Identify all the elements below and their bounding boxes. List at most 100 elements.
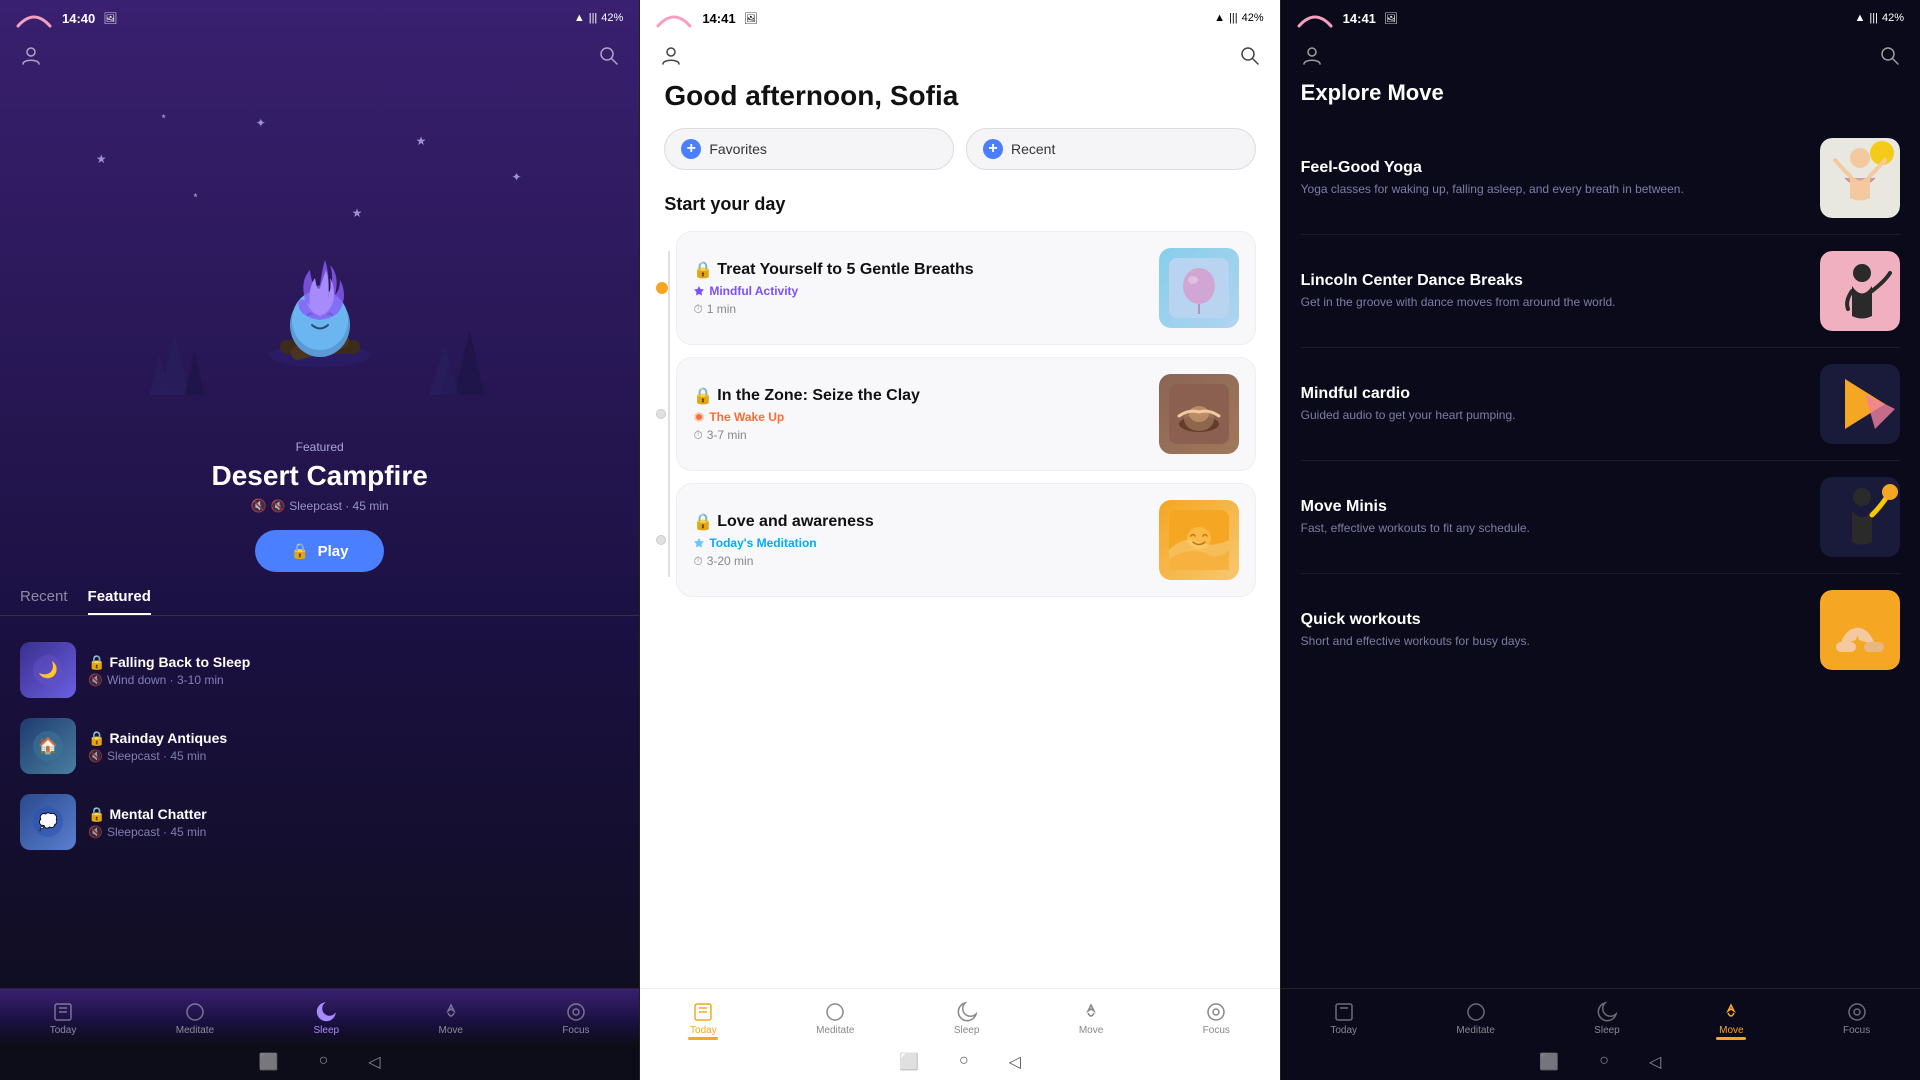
search-icon[interactable] xyxy=(1238,44,1260,72)
list-item[interactable]: 💭 🔒 Mental Chatter 🔇 Sleepcast · 45 min xyxy=(20,784,619,860)
phone1-sleep: 14:40 🖼 ▲ ||| 42% xyxy=(0,0,640,1080)
section-title: Start your day xyxy=(640,194,1279,215)
home-btn[interactable]: ⬜ xyxy=(1539,1052,1559,1072)
back-btn[interactable]: ○ xyxy=(319,1052,329,1072)
nav-sleep[interactable]: Sleep xyxy=(1586,997,1628,1040)
calm-logo-phone2-icon xyxy=(656,8,692,28)
nav-sleep[interactable]: Sleep xyxy=(306,997,348,1040)
nav-move[interactable]: Move xyxy=(430,997,470,1040)
search-icon[interactable] xyxy=(1878,44,1900,72)
nav-today[interactable]: Today xyxy=(42,997,85,1040)
signal-icon: ||| xyxy=(1869,12,1878,24)
card1-info: 🔒 Treat Yourself to 5 Gentle Breaths Min… xyxy=(693,260,1146,317)
timeline-section: 🔒 Treat Yourself to 5 Gentle Breaths Min… xyxy=(640,231,1279,597)
nav-focus[interactable]: Focus xyxy=(1835,997,1878,1040)
list-item[interactable]: 🏠 🔒 Rainday Antiques 🔇 Sleepcast · 45 mi… xyxy=(20,708,619,784)
nav-sleep-label: Sleep xyxy=(1594,1025,1620,1036)
content-tabs: Recent Featured xyxy=(0,588,639,616)
nav-sleep-label: Sleep xyxy=(314,1025,340,1036)
timeline-dot-inactive xyxy=(656,409,666,419)
item1-thumb: 🌙 xyxy=(20,642,76,698)
nav-today[interactable]: Today xyxy=(1322,997,1365,1040)
svg-text:💭: 💭 xyxy=(38,812,58,831)
card-awareness[interactable]: 🔒 Love and awareness Today's Meditation … xyxy=(676,483,1255,597)
nav-move[interactable]: Move xyxy=(1071,997,1111,1040)
back-btn[interactable]: ○ xyxy=(959,1052,969,1072)
explore-card-quick[interactable]: Quick workouts Short and effective worko… xyxy=(1301,574,1900,686)
nav-meditate[interactable]: Meditate xyxy=(1448,997,1502,1040)
phone1-status-bar: 14:40 🖼 ▲ ||| 42% xyxy=(0,0,639,36)
minis-title: Move Minis xyxy=(1301,498,1808,516)
minis-thumb xyxy=(1820,477,1900,557)
nav-focus[interactable]: Focus xyxy=(554,997,597,1040)
nav-sleep[interactable]: Sleep xyxy=(946,997,988,1040)
day-card-2[interactable]: 🔒 In the Zone: Seize the Clay The Wake U… xyxy=(676,357,1255,471)
speaker-icon: 🔇 xyxy=(88,825,103,839)
nav-meditate-label: Meditate xyxy=(816,1025,854,1036)
phone3-android-nav: ⬜ ○ ◁ xyxy=(1281,1044,1920,1080)
clock-icon: ⏱ xyxy=(693,302,702,317)
explore-card-cardio[interactable]: Mindful cardio Guided audio to get your … xyxy=(1301,348,1900,461)
nav-meditate[interactable]: Meditate xyxy=(168,997,222,1040)
nav-focus-label: Focus xyxy=(562,1025,589,1036)
yoga-subtitle: Yoga classes for waking up, falling asle… xyxy=(1301,181,1808,198)
phone2-status-icons: ▲ ||| 42% xyxy=(1214,12,1264,24)
phone3-nav-bar xyxy=(1281,36,1920,80)
card-clay[interactable]: 🔒 In the Zone: Seize the Clay The Wake U… xyxy=(676,357,1255,471)
nav-move[interactable]: Move xyxy=(1711,997,1751,1040)
phone1-time: 14:40 xyxy=(62,11,95,26)
list-item[interactable]: 🌙 🔒 Falling Back to Sleep 🔇 Wind down · … xyxy=(20,632,619,708)
profile-icon[interactable] xyxy=(660,44,682,72)
recents-btn[interactable]: ◁ xyxy=(1009,1052,1021,1072)
clock-icon: ⏱ xyxy=(693,428,702,443)
nav-focus-label: Focus xyxy=(1203,1025,1230,1036)
cardio-info: Mindful cardio Guided audio to get your … xyxy=(1301,385,1808,424)
explore-card-dance[interactable]: Lincoln Center Dance Breaks Get in the g… xyxy=(1301,235,1900,348)
card3-time: ⏱ 3-20 min xyxy=(693,554,1146,569)
phone1-android-nav: ⬜ ○ ◁ xyxy=(0,1044,639,1080)
recents-btn[interactable]: ◁ xyxy=(1649,1052,1661,1072)
speaker-icon: 🔇 xyxy=(88,749,103,763)
phone3-status-icons: ▲ ||| 42% xyxy=(1854,12,1904,24)
yoga-info: Feel-Good Yoga Yoga classes for waking u… xyxy=(1301,159,1808,198)
recent-tab[interactable]: Recent xyxy=(20,588,68,615)
home-btn[interactable]: ⬜ xyxy=(899,1052,919,1072)
nav-focus[interactable]: Focus xyxy=(1195,997,1238,1040)
nav-today[interactable]: Today xyxy=(682,997,725,1040)
item1-meta: 🔇 Wind down · 3-10 min xyxy=(88,673,619,687)
phone1-hero: ★ ✦ ★ ✦ ★ ⋆ ⋆ xyxy=(0,80,639,440)
profile-icon[interactable] xyxy=(20,44,42,72)
card-gentle-breaths[interactable]: 🔒 Treat Yourself to 5 Gentle Breaths Min… xyxy=(676,231,1255,345)
greeting-title: Good afternoon, Sofia xyxy=(640,80,1279,112)
speaker-icon: 🔇 xyxy=(251,498,267,514)
dance-title: Lincoln Center Dance Breaks xyxy=(1301,272,1808,290)
phone1-bottom-nav: Today Meditate Sleep Move Focus xyxy=(0,988,639,1044)
day-card-1[interactable]: 🔒 Treat Yourself to 5 Gentle Breaths Min… xyxy=(676,231,1255,345)
favorites-button[interactable]: + Favorites xyxy=(664,128,954,170)
active-indicator xyxy=(688,1037,718,1040)
day-card-3[interactable]: 🔒 Love and awareness Today's Meditation … xyxy=(676,483,1255,597)
photo-icon: 🖼 xyxy=(1384,12,1398,25)
back-btn[interactable]: ○ xyxy=(1599,1052,1609,1072)
play-button[interactable]: 🔒 Play xyxy=(255,530,385,572)
explore-card-yoga[interactable]: Feel-Good Yoga Yoga classes for waking u… xyxy=(1301,122,1900,235)
recents-btn[interactable]: ◁ xyxy=(368,1052,380,1072)
nav-meditate[interactable]: Meditate xyxy=(808,997,862,1040)
nav-today-label: Today xyxy=(50,1025,77,1036)
phone3-time: 14:41 xyxy=(1343,11,1376,26)
home-btn[interactable]: ⬜ xyxy=(259,1052,279,1072)
lock-icon: 🔒 xyxy=(88,806,105,823)
card1-tag: Mindful Activity xyxy=(693,284,1146,298)
active-indicator xyxy=(1716,1037,1746,1040)
profile-icon[interactable] xyxy=(1301,44,1323,72)
recent-button[interactable]: + Recent xyxy=(966,128,1256,170)
item2-title: 🔒 Rainday Antiques xyxy=(88,730,619,747)
search-icon[interactable] xyxy=(597,44,619,72)
item3-thumb: 💭 xyxy=(20,794,76,850)
hero-title: Desert Campfire xyxy=(20,460,619,492)
nav-sleep-label: Sleep xyxy=(954,1025,980,1036)
lock-icon: 🔒 xyxy=(693,512,713,532)
explore-card-minis[interactable]: Move Minis Fast, effective workouts to f… xyxy=(1301,461,1900,574)
timeline-line xyxy=(668,251,670,577)
featured-tab[interactable]: Featured xyxy=(88,588,151,615)
